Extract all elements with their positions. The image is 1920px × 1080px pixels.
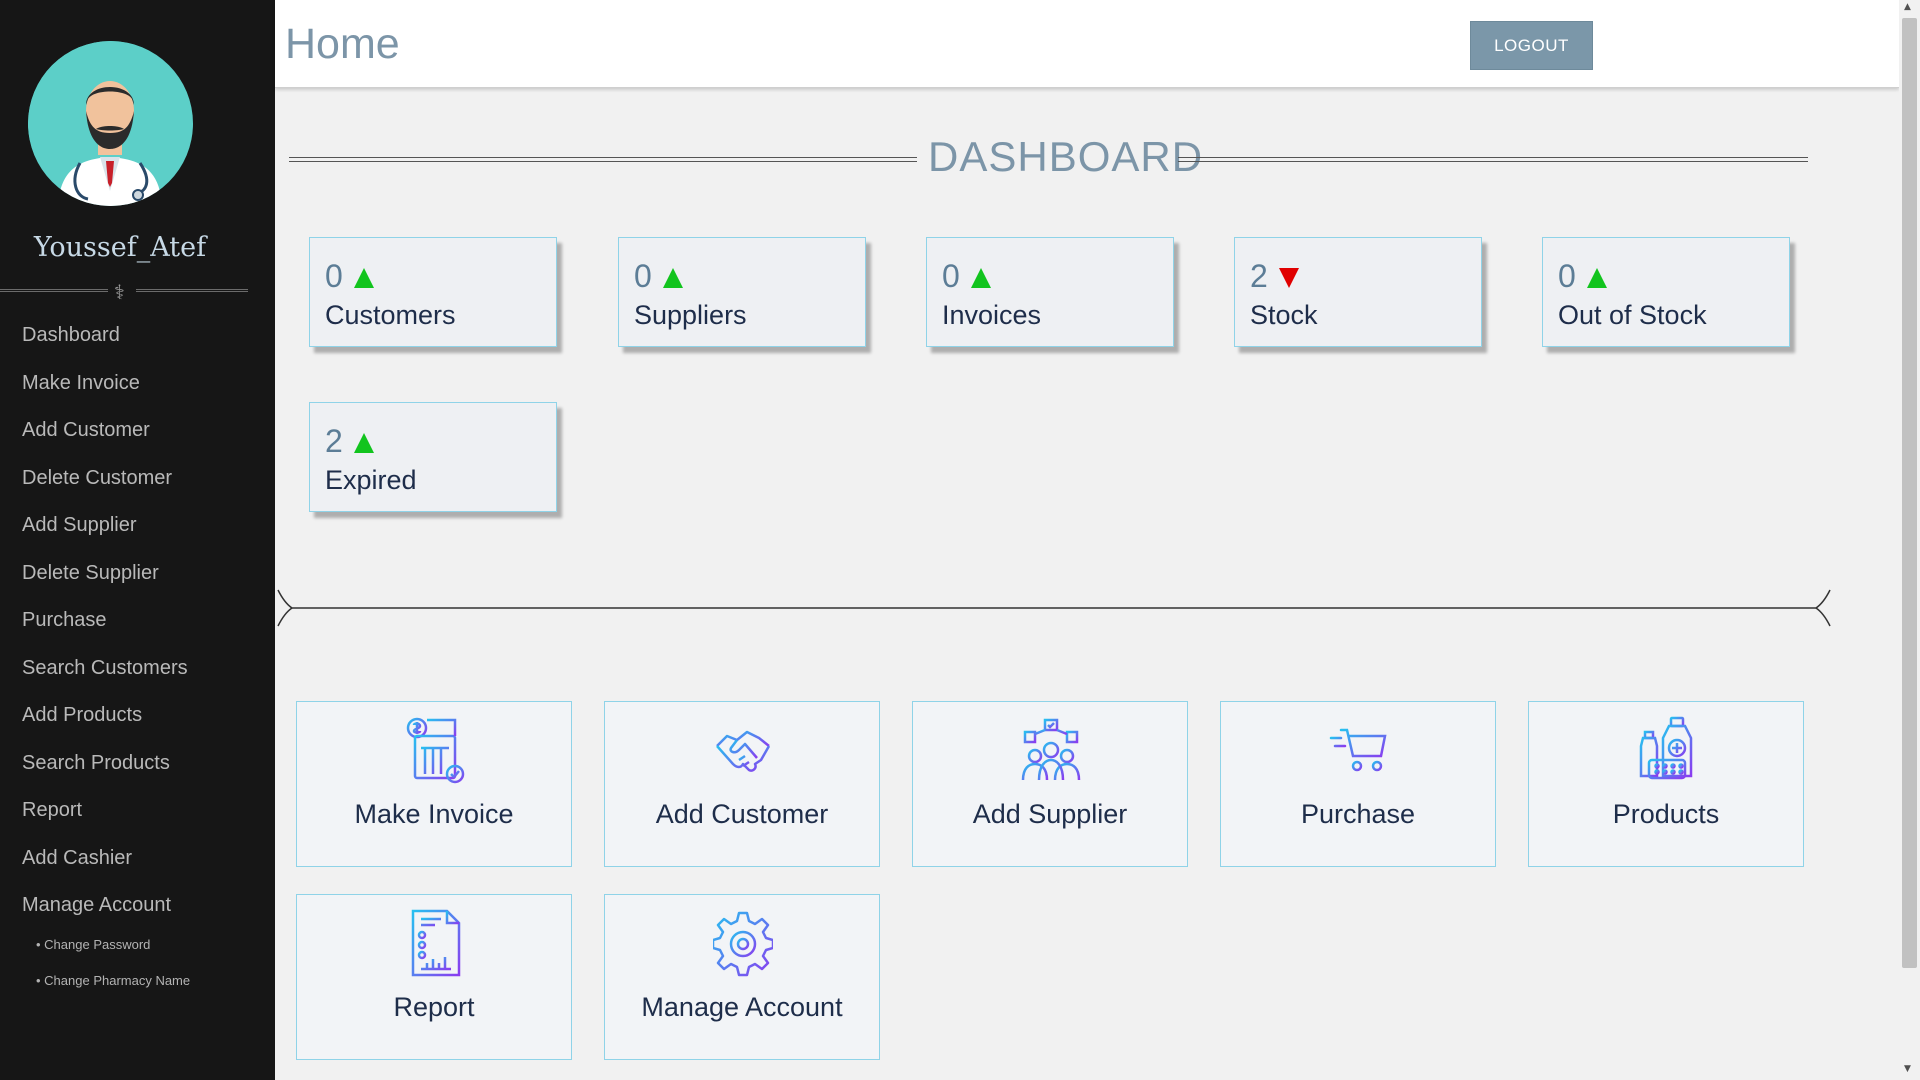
- sidebar-item-add-supplier[interactable]: Add Supplier: [22, 506, 190, 554]
- sidebar-item-dashboard[interactable]: Dashboard: [22, 316, 190, 364]
- team-icon: [1021, 718, 1081, 781]
- sidebar-item-purchase[interactable]: Purchase: [22, 601, 190, 649]
- stat-label: Out of Stock: [1558, 300, 1707, 330]
- stat-card-customers: 0 Customers: [309, 237, 557, 347]
- trend-up-icon: [354, 433, 374, 453]
- avatar: [28, 41, 193, 206]
- handshake-icon: [716, 730, 771, 772]
- stat-value: 2: [325, 423, 343, 459]
- sidebar-item-add-cashier[interactable]: Add Cashier: [22, 839, 190, 887]
- sidebar-nav: Dashboard Make Invoice Add Customer Dele…: [22, 316, 190, 1006]
- sidebar-item-make-invoice[interactable]: Make Invoice: [22, 364, 190, 412]
- trend-down-icon: [1279, 268, 1299, 288]
- invoice-icon: [406, 717, 465, 784]
- username: Youssef_Atef: [33, 232, 207, 263]
- sidebar-item-add-products[interactable]: Add Products: [22, 696, 190, 744]
- scroll-up-arrow-icon[interactable]: ▲: [1904, 2, 1911, 12]
- stat-label: Customers: [325, 300, 456, 330]
- stat-card-invoices: 0 Invoices: [926, 237, 1174, 347]
- trend-up-icon: [971, 268, 991, 288]
- stat-label: Expired: [325, 465, 417, 495]
- cart-icon: [1329, 728, 1387, 772]
- stat-label: Suppliers: [634, 300, 747, 330]
- trend-up-icon: [663, 268, 683, 288]
- dashboard-right-rule: [1178, 157, 1808, 162]
- tile-products[interactable]: Products: [1528, 701, 1804, 867]
- page-title: Home: [285, 20, 400, 68]
- sidebar-item-delete-supplier[interactable]: Delete Supplier: [22, 554, 190, 602]
- sidebar-subitem-change-password[interactable]: • Change Password: [36, 934, 190, 970]
- dashboard-title: DASHBOARD: [928, 133, 1204, 180]
- dashboard-left-rule: [289, 157, 917, 162]
- stat-card-suppliers: 0 Suppliers: [618, 237, 866, 347]
- scroll-down-arrow-icon[interactable]: ▼: [1904, 1064, 1911, 1074]
- sidebar-item-search-customers[interactable]: Search Customers: [22, 649, 190, 697]
- tile-label: Products: [1612, 799, 1720, 829]
- stat-value: 2: [1250, 258, 1268, 294]
- tile-purchase[interactable]: Purchase: [1220, 701, 1496, 867]
- caduceus-icon: ⚕: [114, 280, 125, 304]
- stat-card-expired: 2 Expired: [309, 402, 557, 512]
- scroll-thumb[interactable]: [1902, 18, 1917, 968]
- sidebar-subitem-change-pharmacy-name[interactable]: • Change Pharmacy Name: [36, 970, 190, 1006]
- tile-make-invoice[interactable]: Make Invoice: [296, 701, 572, 867]
- section-separator: [277, 589, 1831, 627]
- sidebar-item-manage-account[interactable]: Manage Account: [22, 886, 190, 934]
- tile-label: Manage Account: [641, 992, 843, 1022]
- tile-label: Add Supplier: [972, 799, 1128, 829]
- sidebar-item-report[interactable]: Report: [22, 791, 190, 839]
- scrollbar[interactable]: ▲ ▼: [1899, 0, 1920, 1080]
- sidebar-item-delete-customer[interactable]: Delete Customer: [22, 459, 190, 507]
- stat-value: 0: [325, 258, 343, 294]
- trend-up-icon: [354, 268, 374, 288]
- sidebar-item-search-products[interactable]: Search Products: [22, 744, 190, 792]
- doctor-avatar-icon: [28, 41, 192, 206]
- stat-value: 0: [1558, 258, 1576, 294]
- tile-manage-account[interactable]: Manage Account: [604, 894, 880, 1060]
- tile-label: Purchase: [1300, 799, 1416, 829]
- sidebar-divider: ⚕: [0, 280, 248, 304]
- tile-label: Add Customer: [655, 799, 829, 829]
- tile-label: Make Invoice: [354, 799, 514, 829]
- stat-card-stock: 2 Stock: [1234, 237, 1482, 347]
- stat-card-out-of-stock: 0 Out of Stock: [1542, 237, 1790, 347]
- trend-up-icon: [1587, 268, 1607, 288]
- report-icon: [411, 909, 461, 977]
- tile-add-supplier[interactable]: Add Supplier: [912, 701, 1188, 867]
- sidebar: Youssef_Atef ⚕ Dashboard Make Invoice Ad…: [0, 0, 275, 1080]
- stat-value: 0: [634, 258, 652, 294]
- sidebar-item-add-customer[interactable]: Add Customer: [22, 411, 190, 459]
- tile-report[interactable]: Report: [296, 894, 572, 1060]
- stat-label: Stock: [1250, 300, 1318, 330]
- tile-add-customer[interactable]: Add Customer: [604, 701, 880, 867]
- stat-value: 0: [942, 258, 960, 294]
- medicine-icon: [1639, 716, 1693, 780]
- header: Home LOGOUT: [275, 0, 1899, 88]
- tile-label: Report: [393, 992, 475, 1022]
- logout-button[interactable]: LOGOUT: [1470, 21, 1593, 70]
- stat-label: Invoices: [942, 300, 1042, 330]
- gear-icon: [713, 911, 773, 977]
